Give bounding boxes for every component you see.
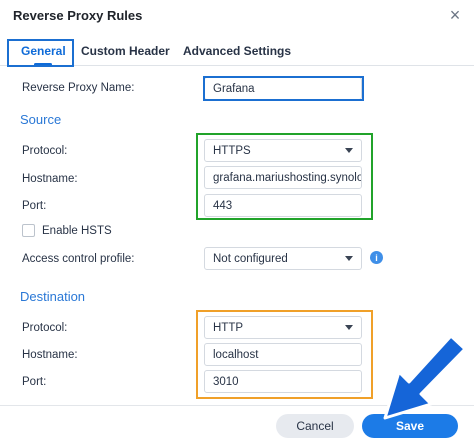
destination-port-input[interactable]: 3010: [204, 370, 362, 393]
chevron-down-icon: [345, 325, 353, 330]
destination-protocol-select[interactable]: HTTP: [204, 316, 362, 339]
source-port-input[interactable]: 443: [204, 194, 362, 217]
source-hostname-label: Hostname:: [22, 173, 78, 185]
info-icon[interactable]: i: [370, 251, 383, 264]
source-heading: Source: [20, 112, 62, 127]
cancel-button[interactable]: Cancel: [276, 414, 354, 438]
source-protocol-value: HTTPS: [213, 144, 251, 157]
dialog-titlebar: Reverse Proxy Rules ×: [0, 0, 474, 32]
destination-port-label: Port:: [22, 376, 47, 388]
destination-hostname-label: Hostname:: [22, 349, 78, 361]
destination-protocol-value: HTTP: [213, 321, 244, 334]
chevron-down-icon: [345, 148, 353, 153]
tab-bar: General Custom Header Advanced Settings: [0, 36, 474, 66]
chevron-down-icon: [345, 256, 353, 261]
tab-custom-header[interactable]: Custom Header: [81, 44, 170, 58]
save-button[interactable]: Save: [362, 414, 458, 438]
source-port-label: Port:: [22, 200, 47, 212]
tab-general[interactable]: General: [21, 44, 66, 58]
access-control-profile-select[interactable]: Not configured: [204, 247, 362, 270]
destination-heading: Destination: [20, 289, 86, 304]
close-icon[interactable]: ×: [446, 5, 464, 25]
tab-advanced-settings[interactable]: Advanced Settings: [183, 44, 291, 58]
reverse-proxy-name-input[interactable]: Grafana: [204, 77, 362, 100]
source-hostname-input[interactable]: grafana.mariushosting.synology.me: [204, 166, 362, 189]
destination-hostname-input[interactable]: localhost: [204, 343, 362, 366]
active-tab-indicator: [34, 63, 52, 66]
source-protocol-label: Protocol:: [22, 145, 68, 157]
dialog-title: Reverse Proxy Rules: [13, 8, 143, 23]
source-protocol-select[interactable]: HTTPS: [204, 139, 362, 162]
access-control-profile-value: Not configured: [213, 252, 288, 265]
destination-protocol-label: Protocol:: [22, 322, 68, 334]
access-control-profile-label: Access control profile:: [22, 253, 135, 265]
enable-hsts-label: Enable HSTS: [42, 225, 112, 237]
reverse-proxy-name-label: Reverse Proxy Name:: [22, 82, 135, 94]
enable-hsts-checkbox[interactable]: [22, 224, 35, 237]
